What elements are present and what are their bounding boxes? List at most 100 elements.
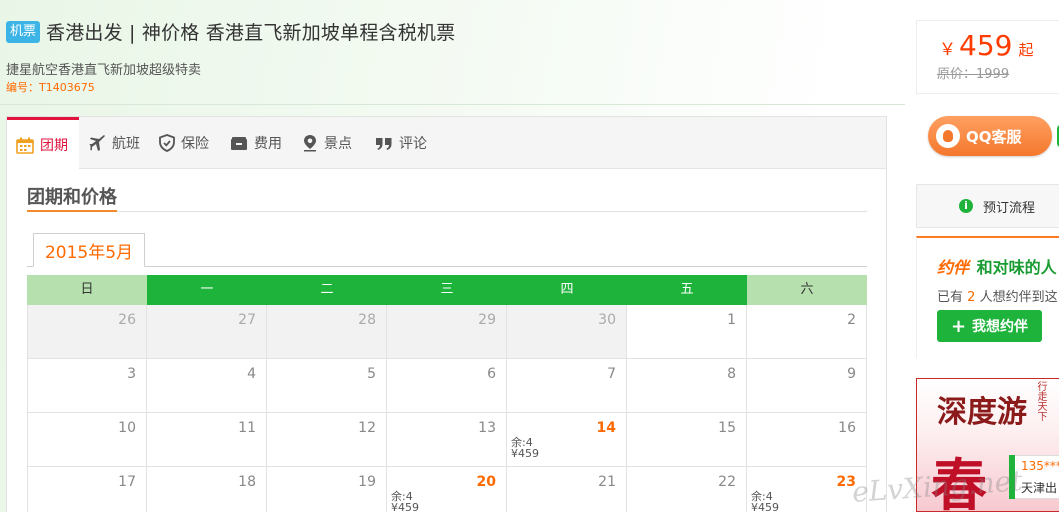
tab-reviews-label: 评论: [399, 136, 427, 152]
qq-service-button[interactable]: QQ客服: [928, 116, 1052, 156]
calendar-week-row: 17 18 19 20 余:4 ¥459 21 22 23 余:4 ¥459: [27, 467, 867, 512]
qq-service-label: QQ客服: [966, 127, 1022, 146]
day-number: 19: [358, 474, 376, 490]
calendar-week-row: 3 4 5 6 7 8 9: [27, 359, 867, 413]
title-row: 机票 香港出发 | 神价格 香港直飞新加坡单程含税机票: [6, 18, 455, 45]
weekday-header: 二: [267, 275, 387, 305]
day-number: 18: [238, 474, 256, 490]
calendar-day-available[interactable]: 23 余:4 ¥459: [747, 467, 867, 512]
day-number: 4: [247, 366, 256, 382]
day-number: 1: [727, 312, 736, 328]
calendar-day: 28: [267, 305, 387, 359]
companion-title-text: 和对味的人: [976, 258, 1057, 277]
calendar-icon: [16, 137, 34, 154]
calendar-day: 8: [627, 359, 747, 413]
product-subtitle: 捷星航空香港直飞新加坡超级特卖: [6, 63, 202, 78]
day-number: 15: [718, 420, 736, 436]
calendar-day: 1: [627, 305, 747, 359]
price-box: ￥ 459 起 原价：1999: [916, 20, 1059, 94]
day-number: 29: [478, 312, 496, 328]
price-suffix: 起: [1018, 41, 1034, 59]
order-flow-link[interactable]: i 预订流程: [916, 184, 1059, 228]
day-price: ¥459: [751, 501, 779, 512]
weekday-header: 一: [147, 275, 267, 305]
day-number: 11: [238, 420, 256, 436]
tab-schedule-label: 团期: [40, 138, 68, 154]
chat-popup-city: 天津出: [1021, 481, 1058, 495]
companion-text-prefix: 已有: [937, 290, 964, 305]
tab-flight[interactable]: 航班: [89, 117, 140, 169]
calendar-day: 19: [267, 467, 387, 512]
tab-insurance-label: 保险: [181, 136, 209, 152]
calendar-day: 3: [27, 359, 147, 413]
tab-bar: 团期 航班 保险 费用 景点 评论: [7, 117, 886, 170]
day-number: 13: [478, 420, 496, 436]
calendar-day: 6: [387, 359, 507, 413]
day-number: 2: [847, 312, 856, 328]
calendar-day: 30: [507, 305, 627, 359]
calendar-day: 22: [627, 467, 747, 512]
calendar-body: 26 27 28 29 30 1 2 3 4 5 6 7 8 9 10 11 12 13 14 余:4 ¥459 15 16…: [27, 305, 867, 512]
shield-icon: [159, 134, 175, 152]
weekday-header: 三: [387, 275, 507, 305]
tab-fee-label: 费用: [254, 136, 282, 152]
quote-icon: [376, 137, 392, 150]
tab-attractions[interactable]: 景点: [302, 117, 352, 169]
find-companion-label: 我想约伴: [972, 319, 1029, 335]
day-number: 30: [598, 312, 616, 328]
calendar-day: 16: [747, 413, 867, 467]
tab-flight-label: 航班: [112, 136, 140, 152]
tab-fee[interactable]: 费用: [230, 117, 282, 169]
calendar-weekday-header: 日一二三四五六: [27, 275, 867, 305]
section-title: 团期和价格: [27, 187, 117, 208]
calendar-day-available[interactable]: 20 余:4 ¥459: [387, 467, 507, 512]
companion-title: 约伴 和对味的人: [937, 254, 1057, 278]
original-price: 原价：1999: [937, 67, 1010, 82]
day-number: 20: [476, 474, 496, 490]
companion-text-suffix: 人想约伴到这: [979, 290, 1058, 305]
calendar-day: 10: [27, 413, 147, 467]
calendar-day: 26: [27, 305, 147, 359]
banner-side-stamp: 行走天下: [1035, 381, 1046, 421]
qq-penguin-icon: [936, 124, 960, 148]
day-number: 22: [718, 474, 736, 490]
order-flow-label: 预订流程: [983, 200, 1036, 216]
tab-reviews[interactable]: 评论: [375, 117, 427, 169]
day-number: 9: [847, 366, 856, 382]
current-price: ￥ 459 起: [939, 29, 1033, 62]
category-badge: 机票: [6, 20, 41, 43]
day-number: 7: [607, 366, 616, 382]
tab-attractions-label: 景点: [324, 136, 352, 152]
tab-insurance[interactable]: 保险: [159, 117, 209, 169]
calendar-day: 29: [387, 305, 507, 359]
day-number: 6: [487, 366, 496, 382]
calendar-day: 12: [267, 413, 387, 467]
section-underline: [27, 210, 117, 212]
travel-companion-panel: 约伴 和对味的人 已有 2 人想约伴到这 + 我想约伴: [916, 236, 1059, 358]
product-code: 编号：T1403675: [6, 81, 95, 94]
month-tab-2015-05[interactable]: 2015年5月: [33, 233, 145, 267]
calendar-day-available[interactable]: 14 余:4 ¥459: [507, 413, 627, 467]
tab-schedule[interactable]: 团期: [7, 117, 79, 170]
banner-title: 深度游: [937, 395, 1027, 430]
day-number: 16: [838, 420, 856, 436]
calendar-day: 4: [147, 359, 267, 413]
chat-popup-number: 135***: [1021, 459, 1059, 473]
info-icon: i: [959, 199, 973, 213]
location-pin-icon: [304, 135, 316, 152]
day-number: 27: [238, 312, 256, 328]
day-number: 21: [598, 474, 616, 490]
companion-logo: 约伴: [937, 258, 970, 277]
day-number: 3: [127, 366, 136, 382]
weekday-header: 日: [27, 275, 147, 305]
product-title: 香港出发 | 神价格 香港直飞新加坡单程含税机票: [46, 22, 456, 44]
day-price: ¥459: [511, 447, 539, 460]
day-number: 28: [358, 312, 376, 328]
calendar-day: 27: [147, 305, 267, 359]
weekday-header: 五: [627, 275, 747, 305]
calendar-day: 17: [27, 467, 147, 512]
calendar-day: 15: [627, 413, 747, 467]
find-companion-button[interactable]: + 我想约伴: [937, 310, 1042, 342]
weekday-header: 六: [747, 275, 867, 305]
calendar-day: 18: [147, 467, 267, 512]
